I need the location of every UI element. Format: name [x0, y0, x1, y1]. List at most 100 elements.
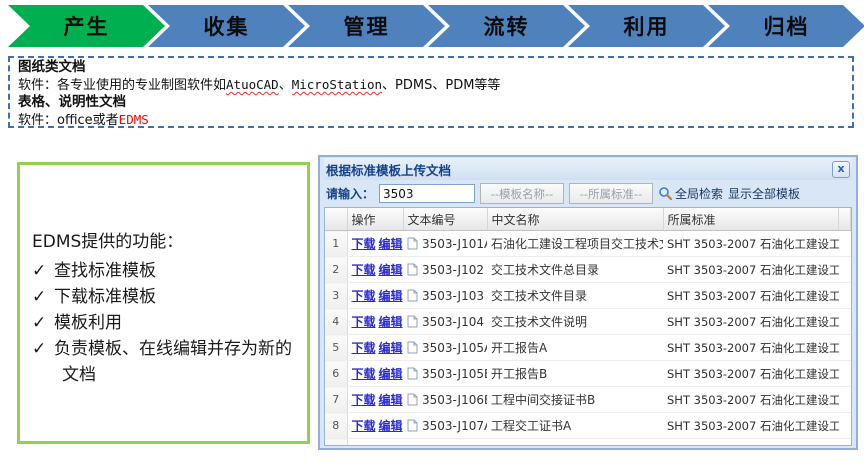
row-actions: 下载编辑 [347, 309, 403, 335]
edit-link[interactable]: 编辑 [379, 289, 403, 303]
download-link[interactable]: 下载 [352, 315, 376, 329]
search-icon [658, 186, 673, 201]
flow-step-label: 流转 [484, 11, 530, 41]
doc-name: 开工报告B [487, 361, 663, 387]
edit-link[interactable]: 编辑 [379, 315, 403, 329]
row-number: 7 [325, 387, 347, 413]
close-icon[interactable]: x [832, 161, 850, 178]
flow-step-label: 管理 [344, 11, 390, 41]
row-extra-cell [839, 257, 851, 283]
header-op: 操作 [347, 208, 403, 231]
row-code-cell: 3503-J105B [403, 361, 487, 387]
document-icon [407, 315, 418, 328]
table-row[interactable]: 4 下载编辑 3503-J104 交工技术文件说明 SHT 3503-2007 … [325, 309, 851, 335]
download-link[interactable]: 下载 [352, 289, 376, 303]
document-types-note: 图纸类文档 软件：各专业使用的专业制图软件如AtuoCAD、MicroStati… [8, 56, 854, 128]
row-number: 6 [325, 361, 347, 387]
edms-term: EDMS [119, 112, 149, 127]
header-code: 文本编号 [403, 208, 487, 231]
table-row[interactable]: 5 下载编辑 3503-J105A 开工报告A SHT 3503-2007 石油… [325, 335, 851, 361]
row-actions: 下载编辑 [347, 257, 403, 283]
flow-step-label: 收集 [204, 11, 250, 41]
flow-step-label: 利用 [624, 11, 670, 41]
templates-table: 操作 文本编号 中文名称 所属标准 1 下载编辑 3503-J101A 石油化工… [325, 208, 851, 446]
table-row[interactable]: 3 下载编辑 3503-J103 交工技术文件目录 SHT 3503-2007 … [325, 283, 851, 309]
doc-name: 交工技术文件说明 [487, 309, 663, 335]
panel-title: 根据标准模板上传文档 [326, 160, 832, 179]
row-extra-cell [839, 361, 851, 387]
note-software-line2: 软件：office或者EDMS [18, 111, 844, 129]
document-icon [407, 263, 418, 276]
row-actions: 下载编辑 [347, 335, 403, 361]
header-standard: 所属标准 [663, 208, 839, 231]
doc-name: 工程交工证书A [487, 413, 663, 439]
global-search-button[interactable]: 全局检索 [658, 185, 723, 202]
row-code-cell: 3503-J104 [403, 309, 487, 335]
table-row[interactable]: 6 下载编辑 3503-J105B 开工报告B SHT 3503-2007 石油… [325, 361, 851, 387]
header-name: 中文名称 [487, 208, 663, 231]
row-code-cell: 3503-J101A [403, 231, 487, 257]
flow-step-label: 归档 [764, 11, 810, 41]
edit-link[interactable]: 编辑 [379, 263, 403, 277]
doc-code: 3503-J106B [422, 393, 487, 407]
row-code-cell: 3503-J102 [403, 257, 487, 283]
templates-table-container[interactable]: 操作 文本编号 中文名称 所属标准 1 下载编辑 3503-J101A 石油化工… [324, 207, 852, 446]
download-link[interactable]: 下载 [352, 263, 376, 277]
row-code-cell: 3503-J103 [403, 283, 487, 309]
edit-link[interactable]: 编辑 [379, 393, 403, 407]
download-link[interactable]: 下载 [352, 393, 376, 407]
doc-code: 3503-J103 [422, 289, 484, 303]
row-extra-cell [839, 231, 851, 257]
row-number: 8 [325, 413, 347, 439]
document-icon [407, 367, 418, 380]
flow-step-circulate: 流转 [428, 5, 585, 47]
flow-step-produce: 产生 [8, 5, 165, 47]
list-item: ✓查找标准模板 [32, 258, 297, 284]
edms-functions-list: ✓查找标准模板 ✓下载标准模板 ✓模板利用 ✓负责模板、在线编辑并存为新的文档 [32, 258, 297, 388]
checkmark-icon: ✓ [32, 336, 54, 362]
edit-link[interactable]: 编辑 [379, 237, 403, 251]
download-link[interactable]: 下载 [352, 341, 376, 355]
input-label: 请输入： [326, 185, 374, 202]
microstation-term: MicroStation [292, 77, 382, 92]
row-actions: 下载编辑 [347, 231, 403, 257]
document-icon [407, 419, 418, 432]
doc-code: 3503-J101A [422, 237, 487, 251]
download-link[interactable]: 下载 [352, 419, 376, 433]
doc-code: 3503-J105A [422, 341, 487, 355]
doc-standard: SHT 3503-2007 石油化工建设工程项目交工... [663, 231, 839, 257]
table-row[interactable]: 1 下载编辑 3503-J101A 石油化工建设工程项目交工技术文件封面A SH… [325, 231, 851, 257]
download-link[interactable]: 下载 [352, 367, 376, 381]
show-all-templates-button[interactable]: 显示全部模板 [728, 185, 800, 202]
doc-code: 3503-J105B [422, 367, 487, 381]
row-number: 4 [325, 309, 347, 335]
doc-name: 工程中间交接证书B [487, 387, 663, 413]
note-title-drawings: 图纸类文档 [18, 59, 844, 76]
standard-dropdown[interactable]: --所属标准-- [569, 183, 653, 204]
download-link[interactable]: 下载 [352, 237, 376, 251]
edit-link[interactable]: 编辑 [379, 419, 403, 433]
edms-functions-heading: EDMS提供的功能： [32, 227, 297, 252]
edit-link[interactable]: 编辑 [379, 367, 403, 381]
doc-standard: SHT 3503-2007 石油化工建设工程项目交工... [663, 283, 839, 309]
table-row[interactable]: 2 下载编辑 3503-J102 交工技术文件总目录 SHT 3503-2007… [325, 257, 851, 283]
document-icon [407, 237, 418, 250]
doc-name: 交工技术文件目录 [487, 283, 663, 309]
row-code-cell: 3503-J105A [403, 335, 487, 361]
note-software-line1: 软件：各专业使用的专业制图软件如AtuoCAD、MicroStation、PDM… [18, 76, 844, 94]
table-row[interactable]: 8 下载编辑 3503-J107A 工程交工证书A SHT 3503-2007 … [325, 413, 851, 439]
search-input[interactable] [379, 184, 475, 203]
row-extra-cell [839, 387, 851, 413]
row-number: 3 [325, 283, 347, 309]
doc-standard: SHT 3503-2007 石油化工建设工程项目交工... [663, 361, 839, 387]
doc-standard: SHT 3503-2007 石油化工建设工程项目交工... [663, 387, 839, 413]
doc-name: 交工技术文件总目录 [487, 257, 663, 283]
panel-titlebar: 根据标准模板上传文档 x [324, 158, 852, 180]
document-icon [407, 341, 418, 354]
doc-name: 开工报告A [487, 335, 663, 361]
row-code-cell: 3503-J107A [403, 413, 487, 439]
table-row[interactable]: 7 下载编辑 3503-J106B 工程中间交接证书B SHT 3503-200… [325, 387, 851, 413]
edit-link[interactable]: 编辑 [379, 341, 403, 355]
row-actions: 下载编辑 [347, 413, 403, 439]
template-name-dropdown[interactable]: --模板名称-- [480, 183, 564, 204]
